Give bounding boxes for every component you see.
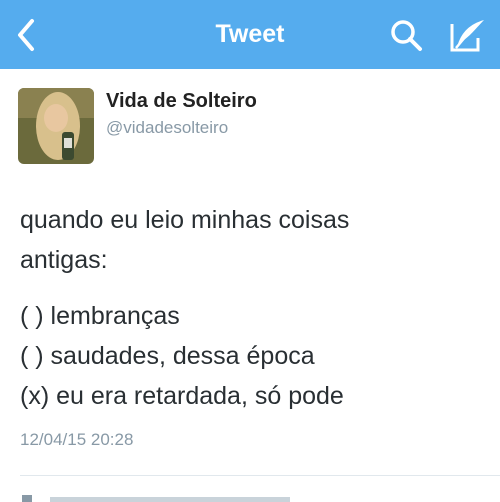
user-name[interactable]: Vida de Solteiro bbox=[106, 90, 257, 113]
compose-icon bbox=[450, 20, 484, 52]
retweet-info-row bbox=[20, 490, 480, 502]
tweet-option: ( ) saudades, dessa época bbox=[20, 342, 315, 370]
search-icon bbox=[391, 20, 422, 51]
tweet-line: antigas: bbox=[20, 246, 108, 274]
tweet-text: quando eu leio minhas coisas antigas: ( … bbox=[20, 200, 490, 416]
tweet-option: ( ) lembranças bbox=[20, 302, 180, 330]
tweet-options: ( ) lembranças ( ) saudades, dessa época… bbox=[20, 296, 490, 416]
profile-photo bbox=[18, 88, 94, 164]
avatar[interactable] bbox=[18, 88, 94, 164]
navigation-bar: Tweet bbox=[0, 0, 500, 69]
retweet-icon bbox=[22, 495, 290, 502]
tweet-timestamp: 12/04/15 20:28 bbox=[20, 430, 134, 449]
compose-button[interactable] bbox=[444, 14, 488, 58]
tweet-option: (x) eu era retardada, só pode bbox=[20, 382, 344, 410]
user-handle[interactable]: @vidadesolteiro bbox=[106, 118, 228, 138]
divider bbox=[20, 475, 500, 476]
tweet-line: quando eu leio minhas coisas bbox=[20, 206, 350, 234]
search-button[interactable] bbox=[386, 16, 428, 56]
